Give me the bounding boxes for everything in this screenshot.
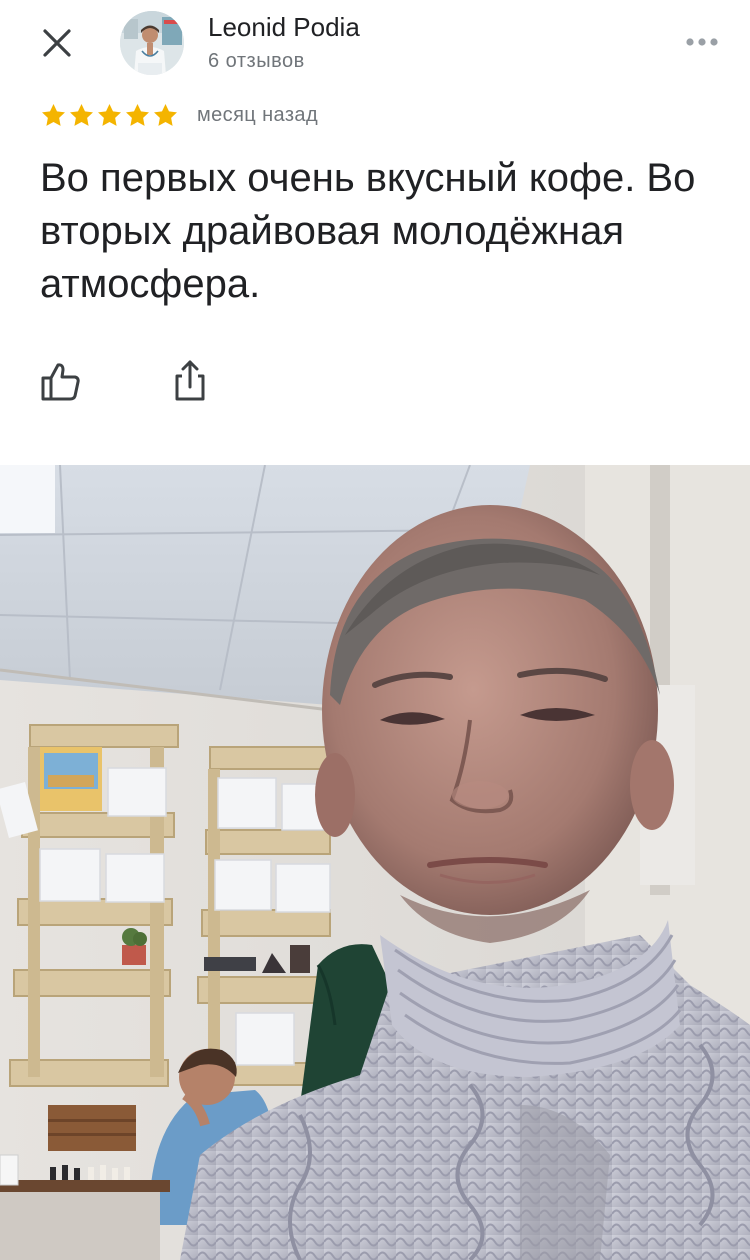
star-rating xyxy=(40,102,179,129)
review-time: месяц назад xyxy=(197,104,319,126)
review-text: Во первых очень вкусный кофе. Во вторых … xyxy=(40,156,696,306)
close-button[interactable] xyxy=(36,22,78,64)
share-icon xyxy=(175,360,205,401)
star-icon xyxy=(154,104,177,126)
share-button[interactable] xyxy=(170,359,210,403)
more-options-button[interactable] xyxy=(680,28,724,56)
review-photo[interactable] xyxy=(0,465,750,1260)
more-horizontal-icon xyxy=(686,38,718,46)
close-icon xyxy=(43,29,71,57)
author-review-count: 6 отзывов xyxy=(208,50,305,72)
author-avatar[interactable] xyxy=(120,11,184,75)
thumbs-up-icon xyxy=(41,363,80,401)
star-icon xyxy=(42,104,65,126)
star-icon xyxy=(98,104,121,126)
like-button[interactable] xyxy=(40,361,82,403)
star-icon xyxy=(126,104,149,126)
author-name[interactable]: Leonid Podia xyxy=(208,12,360,43)
star-icon xyxy=(70,104,93,126)
